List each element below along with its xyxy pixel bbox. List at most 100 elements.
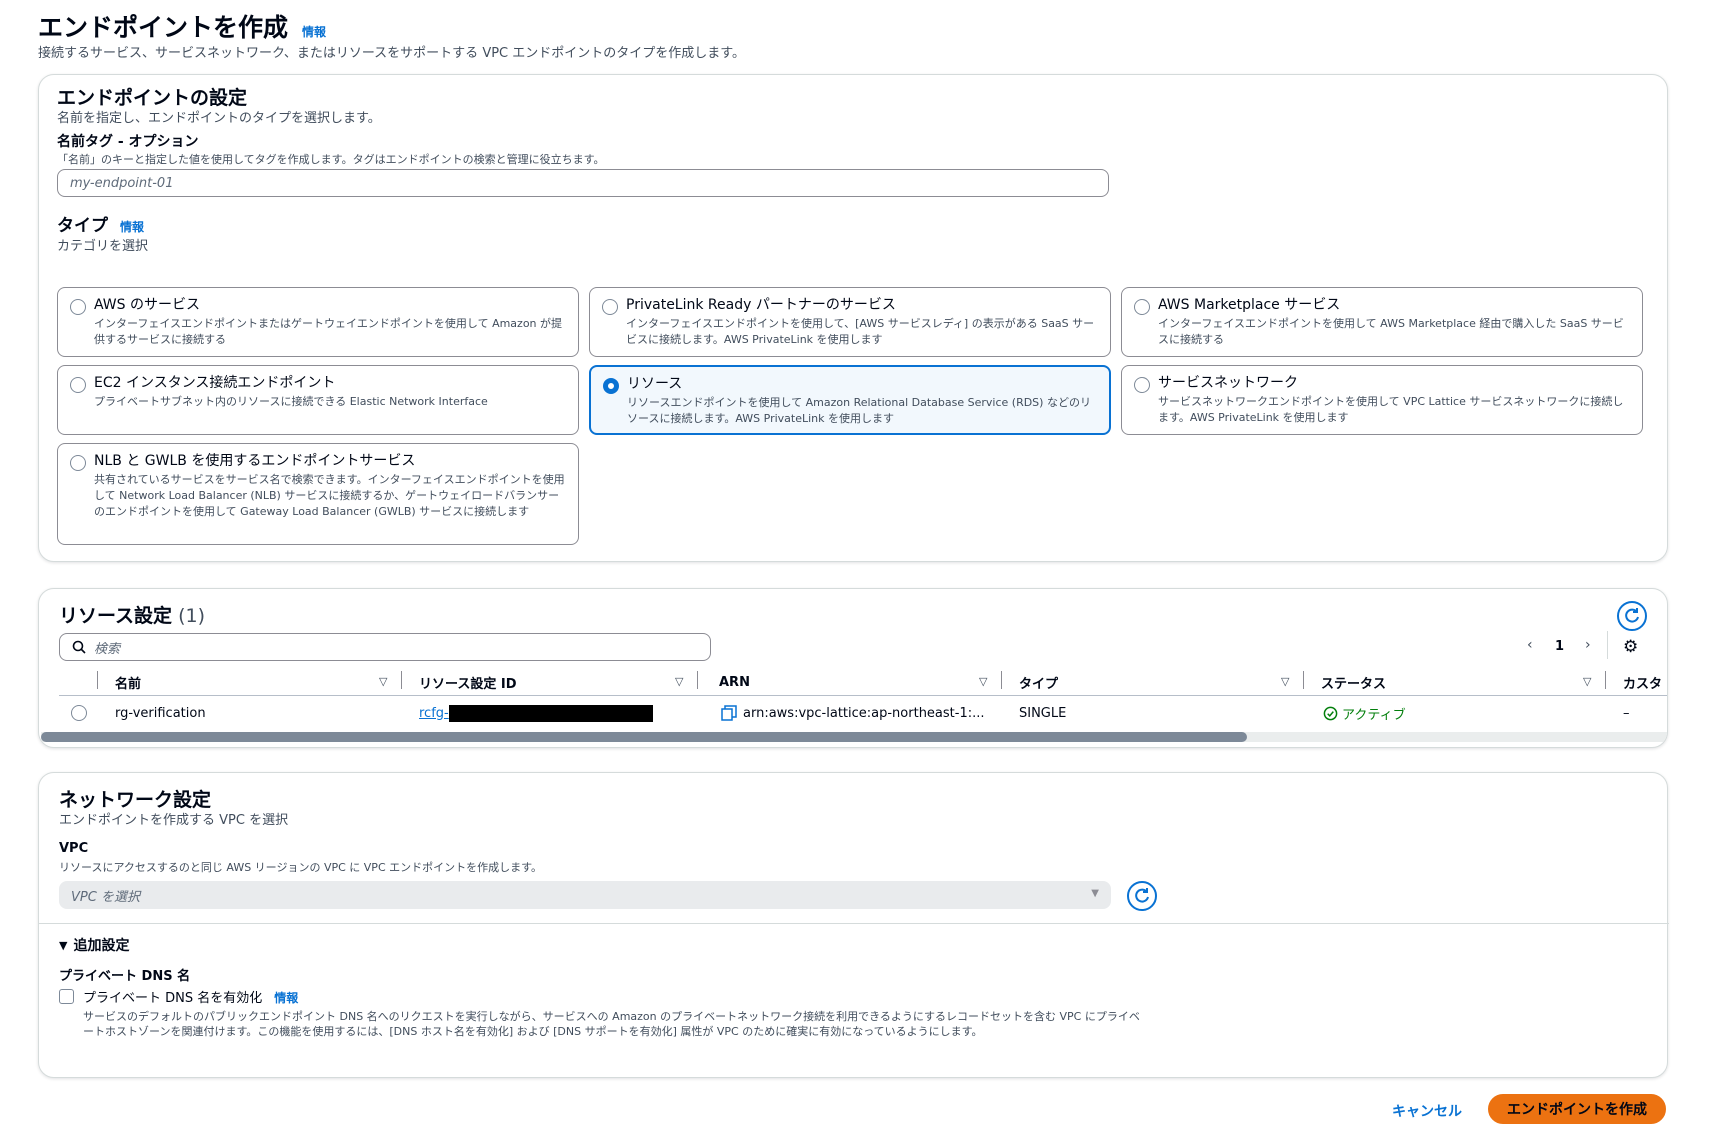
sort-down-icon[interactable]: ▽	[1583, 675, 1591, 688]
type-header: タイプ 情報	[57, 211, 144, 236]
type-tile-nlb-gwlb[interactable]: NLB と GWLB を使用するエンドポイントサービス 共有されているサービスを…	[57, 443, 579, 545]
row-select-radio[interactable]	[71, 705, 87, 721]
refresh-icon	[1135, 888, 1149, 903]
arn-text: arn:aws:vpc-lattice:ap-northeast-1:...	[743, 705, 985, 721]
endpoint-settings-title: エンドポイントの設定	[57, 87, 248, 109]
column-header-custom[interactable]: カスタ	[1623, 671, 1662, 693]
resource-settings-panel: リソース設定 (1) 検索 ‹ 1 › ⚙ 名前 ▽ リソース設定 ID ▽ A…	[38, 588, 1668, 748]
sort-down-icon[interactable]: ▽	[979, 675, 987, 688]
section-divider	[39, 923, 1669, 924]
settings-gear-icon[interactable]: ⚙	[1623, 637, 1638, 657]
page: エンドポイントを作成 情報 接続するサービス、サービスネットワーク、またはリソー…	[0, 0, 1716, 1148]
tile-title: サービスネットワーク	[1158, 375, 1298, 391]
page-title: エンドポイントを作成	[38, 13, 289, 42]
resource-refresh-button[interactable]	[1617, 601, 1647, 631]
sort-down-icon[interactable]: ▽	[675, 675, 683, 688]
vpc-refresh-button[interactable]	[1127, 881, 1157, 911]
tile-title: リソース	[627, 376, 683, 392]
tile-description: 共有されているサービスをサービス名で検索できます。インターフェイスエンドポイント…	[94, 473, 565, 518]
radio-nlb-gwlb[interactable]	[70, 455, 86, 471]
radio-service-network[interactable]	[1134, 377, 1150, 393]
table-header-divider	[59, 695, 1667, 696]
radio-aws-services[interactable]	[70, 299, 86, 315]
sort-down-icon[interactable]: ▽	[1281, 675, 1289, 688]
next-page-icon[interactable]: ›	[1585, 637, 1591, 653]
private-dns-label: プライベート DNS 名	[59, 969, 191, 984]
refresh-icon	[1625, 608, 1639, 623]
network-settings-panel: ネットワーク設定 エンドポイントを作成する VPC を選択 VPC リソースにア…	[38, 772, 1669, 1078]
network-settings-title: ネットワーク設定	[59, 789, 212, 811]
radio-privatelink-partner[interactable]	[602, 299, 618, 315]
prev-page-icon[interactable]: ‹	[1527, 637, 1533, 653]
row-type: SINGLE	[1019, 705, 1067, 721]
column-separator	[97, 671, 98, 689]
tile-title: PrivateLink Ready パートナーのサービス	[626, 297, 896, 313]
type-tile-resources[interactable]: リソース リソースエンドポイントを使用して Amazon Relational …	[589, 365, 1111, 435]
column-header-arn[interactable]: ARN	[719, 671, 750, 693]
tile-description: インターフェイスエンドポイントを使用して AWS Marketplace 経由で…	[1158, 317, 1624, 346]
type-tile-ec2-instance-connect[interactable]: EC2 インスタンス接続エンドポイント プライベートサブネット内のリソースに接続…	[57, 365, 579, 435]
tile-title: EC2 インスタンス接続エンドポイント	[94, 375, 336, 391]
cancel-button[interactable]: キャンセル	[1386, 1096, 1468, 1126]
resource-id-link[interactable]: rcfg-	[419, 706, 449, 721]
type-info-link[interactable]: 情報	[120, 218, 144, 235]
type-tile-aws-services[interactable]: AWS のサービス インターフェイスエンドポイントまたはゲートウェイエンドポイン…	[57, 287, 579, 357]
private-dns-checkbox-row: プライベート DNS 名を有効化 情報	[83, 987, 298, 1006]
row-custom: –	[1623, 705, 1630, 721]
private-dns-checkbox-label[interactable]: プライベート DNS 名を有効化	[83, 987, 262, 1006]
tile-description: リソースエンドポイントを使用して Amazon Relational Datab…	[627, 396, 1091, 425]
row-arn: arn:aws:vpc-lattice:ap-northeast-1:...	[721, 703, 985, 723]
create-endpoint-button[interactable]: エンドポイントを作成	[1488, 1094, 1666, 1124]
radio-aws-marketplace[interactable]	[1134, 299, 1150, 315]
resource-count: (1)	[178, 605, 205, 627]
tile-title: NLB と GWLB を使用するエンドポイントサービス	[94, 453, 416, 469]
page-description: 接続するサービス、サービスネットワーク、またはリソースをサポートする VPC エ…	[38, 46, 745, 61]
type-tile-aws-marketplace[interactable]: AWS Marketplace サービス インターフェイスエンドポイントを使用し…	[1121, 287, 1643, 357]
type-tile-privatelink-partner[interactable]: PrivateLink Ready パートナーのサービス インターフェイスエンド…	[589, 287, 1111, 357]
redacted-block	[448, 704, 653, 722]
page-number[interactable]: 1	[1555, 639, 1564, 654]
private-dns-info-link[interactable]: 情報	[274, 989, 298, 1006]
column-header-status[interactable]: ステータス	[1321, 671, 1386, 693]
caret-expanded-icon: ▼	[59, 938, 68, 952]
type-tile-service-network[interactable]: サービスネットワーク サービスネットワークエンドポイントを使用して VPC La…	[1121, 365, 1643, 435]
resource-settings-header: リソース設定 (1)	[59, 601, 205, 628]
row-name: rg-verification	[115, 705, 206, 721]
private-dns-description: サービスのデフォルトのパブリックエンドポイント DNS 名へのリクエストを実行し…	[83, 1010, 1140, 1038]
tile-description: インターフェイスエンドポイントを使用して、[AWS サービスレディ] の表示があ…	[626, 317, 1095, 346]
name-tag-hint: 「名前」のキーと指定した値を使用してタグを作成します。タグはエンドポイントの検索…	[57, 153, 605, 166]
check-circle-icon	[1323, 706, 1338, 720]
tile-description: サービスネットワークエンドポイントを使用して VPC Lattice サービスネ…	[1158, 395, 1624, 424]
column-separator	[697, 671, 698, 689]
type-label: タイプ	[57, 216, 108, 236]
additional-settings-toggle[interactable]: ▼ 追加設定	[59, 935, 129, 955]
name-tag-label: 名前タグ - オプション	[57, 134, 199, 150]
resource-search[interactable]: 検索	[59, 633, 711, 661]
search-icon	[72, 640, 86, 654]
name-tag-input[interactable]: my-endpoint-01	[57, 169, 1109, 197]
radio-ec2-instance-connect[interactable]	[70, 377, 86, 393]
row-status: アクティブ	[1323, 703, 1406, 723]
vpc-select[interactable]: VPC を選択 ▼	[59, 881, 1111, 909]
row-resource-id[interactable]: rcfg-	[419, 703, 653, 723]
tile-description: プライベートサブネット内のリソースに接続できる Elastic Network …	[94, 395, 488, 408]
page-header: エンドポイントを作成 情報	[38, 8, 326, 44]
status-text: アクティブ	[1342, 707, 1406, 723]
radio-resources[interactable]	[603, 378, 619, 394]
column-header-name[interactable]: 名前	[115, 671, 141, 693]
vpc-hint: リソースにアクセスするのと同じ AWS リージョンの VPC に VPC エンド…	[59, 861, 543, 874]
caret-down-icon: ▼	[1091, 888, 1099, 899]
copy-icon[interactable]	[721, 705, 737, 721]
horizontal-scrollbar-thumb[interactable]	[41, 732, 1247, 742]
tile-description: インターフェイスエンドポイントまたはゲートウェイエンドポイントを使用して Ama…	[94, 317, 563, 346]
column-separator	[401, 671, 402, 689]
endpoint-settings-description: 名前を指定し、エンドポイントのタイプを選択します。	[57, 111, 381, 126]
pager-divider	[1607, 631, 1608, 659]
column-separator	[1605, 671, 1606, 689]
column-header-resource-id[interactable]: リソース設定 ID	[419, 671, 517, 693]
tile-title: AWS のサービス	[94, 297, 200, 313]
column-header-type[interactable]: タイプ	[1019, 671, 1058, 693]
header-info-link[interactable]: 情報	[302, 23, 326, 40]
private-dns-checkbox[interactable]	[59, 989, 74, 1004]
sort-down-icon[interactable]: ▽	[379, 675, 387, 688]
